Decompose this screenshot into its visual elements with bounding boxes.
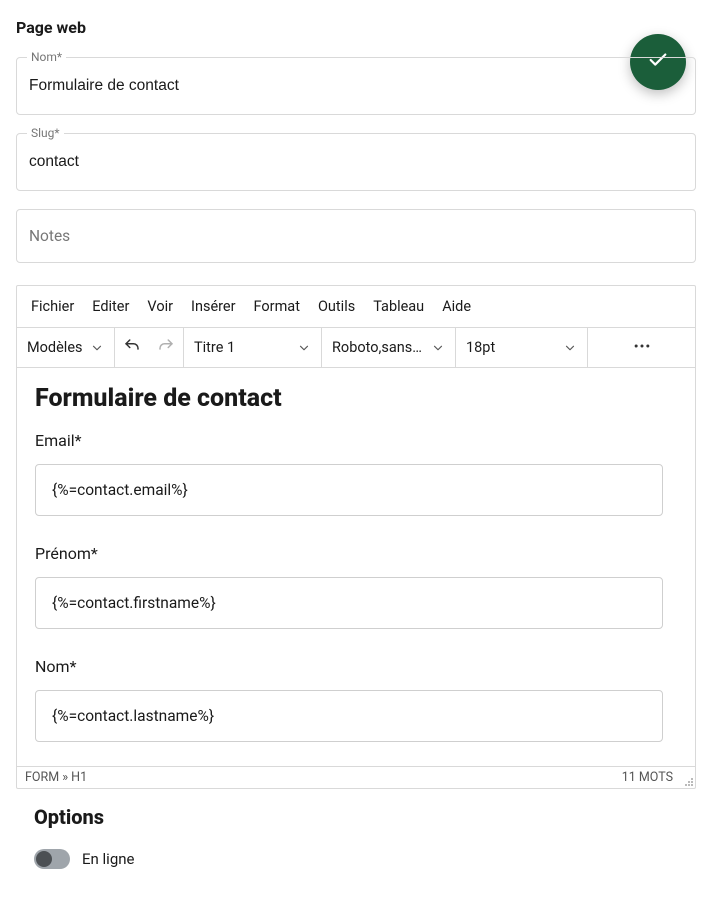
editor-toolbar: Modèles Titre 1 Roboto [17,328,695,368]
font-dropdown[interactable]: Roboto,sans-serif [332,339,445,356]
chevron-down-icon [563,341,577,355]
online-switch-label: En ligne [82,850,135,868]
slug-field-wrapper: Slug* [16,133,696,191]
slug-input[interactable] [17,134,695,190]
online-switch[interactable] [34,849,70,869]
slug-field-label: Slug* [27,126,64,140]
options-title: Options [34,805,678,829]
font-label: Roboto,sans-serif [332,339,425,356]
resize-handle[interactable] [684,777,694,787]
content-title: Formulaire de contact [35,384,677,413]
menu-help[interactable]: Aide [442,298,471,315]
menu-format[interactable]: Format [254,298,300,315]
chevron-down-icon [297,341,311,355]
online-switch-row: En ligne [34,849,678,869]
notes-placeholder: Notes [29,227,70,245]
field-label-lastname: Nom* [35,657,677,676]
chevron-down-icon [431,341,445,355]
menu-table[interactable]: Tableau [373,298,424,315]
field-label-email: Email* [35,431,677,450]
notes-field[interactable]: Notes [16,209,696,263]
menu-insert[interactable]: Insérer [191,298,236,315]
menu-view[interactable]: Voir [147,298,173,315]
templates-label: Modèles [27,339,83,356]
editor-content[interactable]: Formulaire de contact Email* {%=contact.… [17,368,695,766]
editor-menubar: Fichier Editer Voir Insérer Format Outil… [17,286,695,328]
status-wordcount: 11 MOTS [622,770,673,785]
field-input-lastname[interactable]: {%=contact.lastname%} [35,690,663,742]
menu-edit[interactable]: Editer [92,298,129,315]
switch-thumb [36,851,52,867]
redo-button[interactable] [149,328,183,367]
page-heading: Page web [16,18,696,37]
editor-statusbar: FORM » H1 11 MOTS [17,766,695,788]
field-input-firstname[interactable]: {%=contact.firstname%} [35,577,663,629]
undo-button[interactable] [115,328,149,367]
more-button[interactable] [632,328,652,367]
menu-file[interactable]: Fichier [31,298,74,315]
heading-dropdown[interactable]: Titre 1 [194,339,311,356]
field-label-firstname: Prénom* [35,544,677,563]
redo-icon [157,337,175,359]
name-field-label: Nom* [27,50,66,64]
heading-label: Titre 1 [194,339,235,356]
chevron-down-icon [90,341,104,355]
options-section: Options En ligne [16,799,696,869]
fontsize-dropdown[interactable]: 18pt [466,339,577,356]
status-path[interactable]: FORM » H1 [25,770,87,785]
name-input[interactable] [17,58,695,114]
fontsize-label: 18pt [466,339,495,356]
rich-editor: Fichier Editer Voir Insérer Format Outil… [16,285,696,789]
name-field-wrapper: Nom* [16,57,696,115]
field-input-email[interactable]: {%=contact.email%} [35,464,663,516]
undo-icon [123,337,141,359]
menu-tools[interactable]: Outils [318,298,355,315]
templates-dropdown[interactable]: Modèles [27,339,104,356]
ellipsis-icon [632,336,652,360]
